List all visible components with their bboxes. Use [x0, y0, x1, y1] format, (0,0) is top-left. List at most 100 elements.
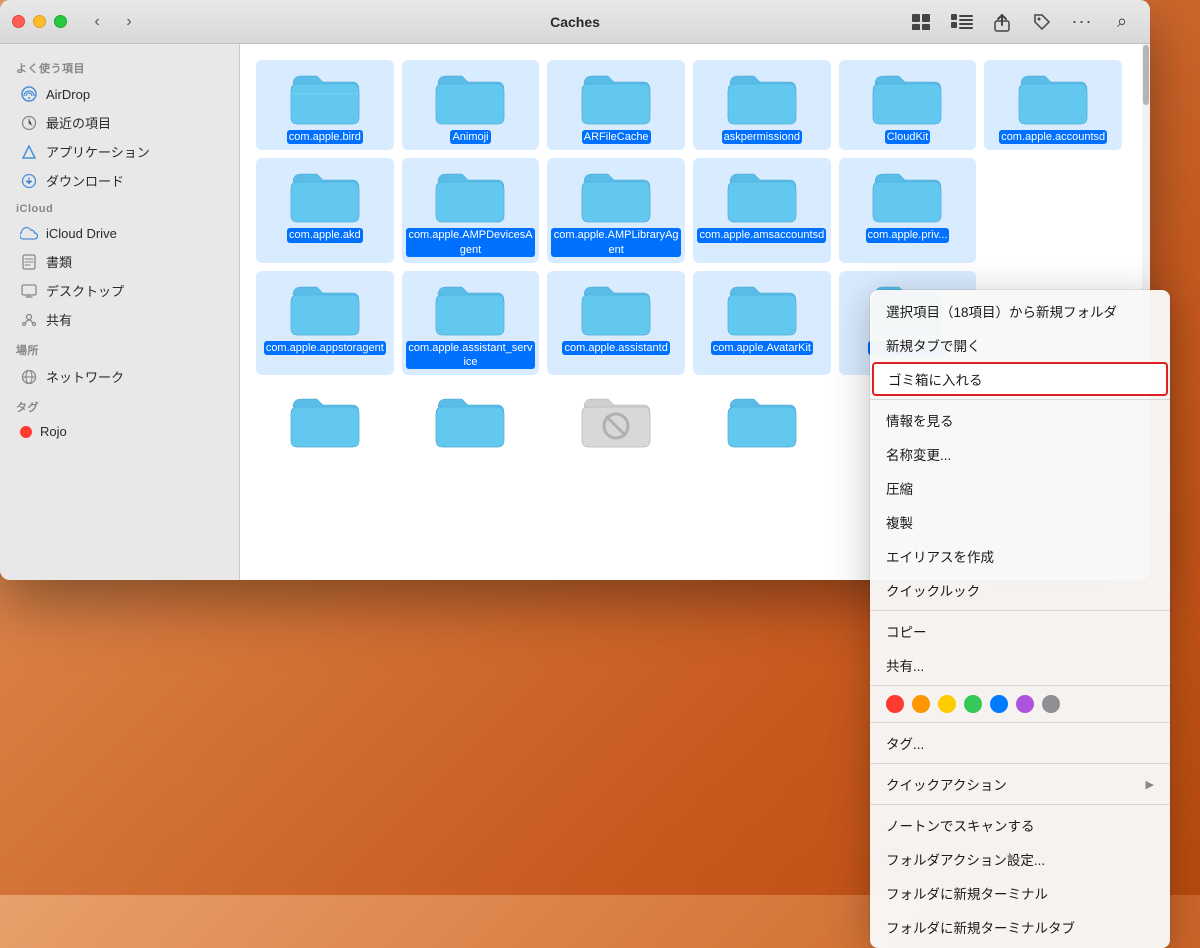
- search-button[interactable]: ⌕: [1106, 8, 1138, 36]
- sidebar-item-tag-red[interactable]: Rojo: [4, 419, 235, 444]
- icloud-drive-icon: [20, 224, 38, 242]
- sidebar-item-recents[interactable]: 最近の項目: [4, 108, 235, 137]
- tag-button[interactable]: [1026, 8, 1058, 36]
- sidebar-item-documents[interactable]: 書類: [4, 247, 235, 276]
- more-button[interactable]: ···: [1066, 8, 1098, 36]
- menu-item-share[interactable]: 共有...: [870, 648, 1170, 682]
- sidebar-section-locations-title: 場所: [0, 334, 239, 362]
- recents-icon: [20, 114, 38, 132]
- toolbar-right: ··· ⌕: [906, 8, 1138, 36]
- menu-item-new-terminal-tab[interactable]: フォルダに新規ターミナルタブ: [870, 910, 1170, 944]
- network-icon: [20, 368, 38, 386]
- file-label: com.apple.AMPDevicesAgent: [406, 228, 536, 257]
- menu-item-norton-scan[interactable]: ノートンでスキャンする: [870, 808, 1170, 842]
- file-label: com.apple.priv...: [866, 228, 950, 242]
- file-item-askpermissiond[interactable]: askpermissiond: [693, 60, 831, 150]
- file-label: com.apple.akd: [287, 228, 363, 242]
- sidebar-item-network[interactable]: ネットワーク: [4, 362, 235, 391]
- menu-item-move-to-trash[interactable]: ゴミ箱に入れる: [872, 362, 1168, 396]
- share-button[interactable]: [986, 8, 1018, 36]
- menu-item-rename[interactable]: 名称変更...: [870, 437, 1170, 471]
- file-item-row4-4[interactable]: [693, 383, 831, 455]
- folder-icon: [580, 66, 652, 126]
- sidebar-label-applications: アプリケーション: [46, 142, 150, 161]
- file-label: com.apple.AMPLibraryAgent: [551, 228, 681, 257]
- file-item-com-apple-bird[interactable]: com.apple.bird: [256, 60, 394, 150]
- forward-button[interactable]: ›: [115, 8, 143, 36]
- sidebar-item-shared[interactable]: 共有: [4, 305, 235, 334]
- file-item-com-apple-assistantd[interactable]: com.apple.assistantd: [547, 271, 685, 376]
- file-item-row4-1[interactable]: [256, 383, 394, 455]
- file-item-com-apple-appstoragent[interactable]: com.apple.appstoragent: [256, 271, 394, 376]
- color-dot-purple[interactable]: [1016, 695, 1034, 713]
- color-dot-red[interactable]: [886, 695, 904, 713]
- menu-item-quick-actions[interactable]: クイックアクション ▶: [870, 767, 1170, 801]
- file-label: ARFileCache: [582, 130, 651, 144]
- file-item-com-apple-amsaccountsd[interactable]: com.apple.amsaccountsd: [693, 158, 831, 263]
- file-item-com-apple-akd[interactable]: com.apple.akd: [256, 158, 394, 263]
- file-label: com.apple.assistantd: [562, 341, 669, 355]
- sidebar-item-icloud-drive[interactable]: iCloud Drive: [4, 219, 235, 247]
- sidebar-item-applications[interactable]: アプリケーション: [4, 137, 235, 166]
- context-menu: 選択項目（18項目）から新規フォルダ 新規タブで開く ゴミ箱に入れる 情報を見る…: [870, 290, 1170, 948]
- file-label: com.apple.AvatarKit: [711, 341, 813, 355]
- menu-separator-4: [870, 722, 1170, 723]
- color-dot-blue[interactable]: [990, 695, 1008, 713]
- menu-item-compress[interactable]: 圧縮: [870, 471, 1170, 505]
- file-label: com.apple.bird: [287, 130, 363, 144]
- file-item-row4-3-restricted[interactable]: [547, 383, 685, 455]
- sidebar-item-airdrop[interactable]: AirDrop: [4, 80, 235, 108]
- sidebar-item-desktop[interactable]: デスクトップ: [4, 276, 235, 305]
- color-dot-gray[interactable]: [1042, 695, 1060, 713]
- traffic-lights: [12, 15, 67, 28]
- view-icon-button[interactable]: [906, 8, 938, 36]
- file-item-com-apple-ampdevicesagent[interactable]: com.apple.AMPDevicesAgent: [402, 158, 540, 263]
- documents-icon: [20, 253, 38, 271]
- menu-item-tags[interactable]: タグ...: [870, 726, 1170, 760]
- view-list-button[interactable]: [946, 8, 978, 36]
- sidebar-item-downloads[interactable]: ダウンロード: [4, 166, 235, 195]
- file-item-cloudkit[interactable]: CloudKit: [839, 60, 977, 150]
- folder-icon: [726, 66, 798, 126]
- scrollbar-thumb[interactable]: [1143, 45, 1149, 105]
- menu-separator-6: [870, 804, 1170, 805]
- submenu-arrow: ▶: [1146, 778, 1154, 791]
- color-dot-orange[interactable]: [912, 695, 930, 713]
- file-item-com-apple-assistant-service[interactable]: com.apple.assistant_service: [402, 271, 540, 376]
- file-item-empty-2-6: [984, 158, 1122, 263]
- folder-icon: [726, 164, 798, 224]
- file-item-row4-2[interactable]: [402, 383, 540, 455]
- file-label: com.apple.assistant_service: [406, 341, 536, 370]
- back-button[interactable]: ‹: [83, 8, 111, 36]
- file-item-com-apple-avatarkit[interactable]: com.apple.AvatarKit: [693, 271, 831, 376]
- file-item-arfilecache[interactable]: ARFileCache: [547, 60, 685, 150]
- folder-icon: [289, 164, 361, 224]
- applications-icon: [20, 143, 38, 161]
- menu-item-get-info[interactable]: 情報を見る: [870, 403, 1170, 437]
- folder-icon: [434, 389, 506, 449]
- maximize-button[interactable]: [54, 15, 67, 28]
- menu-item-quick-look[interactable]: クイックルック: [870, 573, 1170, 607]
- file-item-com-apple-accountsd[interactable]: com.apple.accountsd: [984, 60, 1122, 150]
- menu-item-folder-actions[interactable]: フォルダアクション設定...: [870, 842, 1170, 876]
- folder-icon: [1017, 66, 1089, 126]
- menu-item-open-new-tab[interactable]: 新規タブで開く: [870, 328, 1170, 362]
- file-item-com-apple-amplibraryagent[interactable]: com.apple.AMPLibraryAgent: [547, 158, 685, 263]
- menu-separator-3: [870, 685, 1170, 686]
- folder-icon: [580, 277, 652, 337]
- file-item-com-apple-priv[interactable]: com.apple.priv...: [839, 158, 977, 263]
- folder-icon: [726, 389, 798, 449]
- menu-item-new-folder-selection[interactable]: 選択項目（18項目）から新規フォルダ: [870, 294, 1170, 328]
- minimize-button[interactable]: [33, 15, 46, 28]
- close-button[interactable]: [12, 15, 25, 28]
- file-item-animoji[interactable]: Animoji: [402, 60, 540, 150]
- menu-item-new-terminal[interactable]: フォルダに新規ターミナル: [870, 876, 1170, 910]
- menu-item-copy[interactable]: コピー: [870, 614, 1170, 648]
- menu-item-duplicate[interactable]: 複製: [870, 505, 1170, 539]
- sidebar-label-shared: 共有: [46, 310, 72, 329]
- color-dot-yellow[interactable]: [938, 695, 956, 713]
- sidebar-label-tag-red: Rojo: [40, 424, 67, 439]
- menu-item-make-alias[interactable]: エイリアスを作成: [870, 539, 1170, 573]
- color-dot-green[interactable]: [964, 695, 982, 713]
- sidebar-label-airdrop: AirDrop: [46, 87, 90, 102]
